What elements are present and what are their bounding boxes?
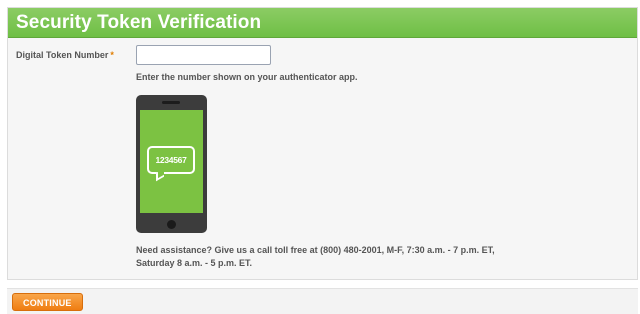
bubble-code: 1234567 [155,155,187,165]
panel-header: Security Token Verification [8,8,637,38]
phone-home-button [167,220,176,229]
required-marker: * [110,50,114,60]
token-input[interactable] [136,45,271,65]
footer-bar: CONTINUE [7,288,638,314]
phone-speaker [162,101,180,104]
assistance-text: Need assistance? Give us a call toll fre… [136,244,495,270]
page-title: Security Token Verification [16,12,262,33]
phone-screen: 1234567 [140,110,203,213]
token-label-text: Digital Token Number [16,50,109,60]
token-label: Digital Token Number * [16,50,114,60]
phone-illustration: 1234567 [136,95,207,233]
message-bubble-icon: 1234567 [147,146,195,174]
assistance-line-1: Need assistance? Give us a call toll fre… [136,245,495,255]
token-hint: Enter the number shown on your authentic… [136,72,358,82]
verification-panel: Security Token Verification Digital Toke… [7,7,638,280]
assistance-line-2: Saturday 8 a.m. - 5 p.m. ET. [136,258,253,268]
continue-button[interactable]: CONTINUE [12,293,83,311]
